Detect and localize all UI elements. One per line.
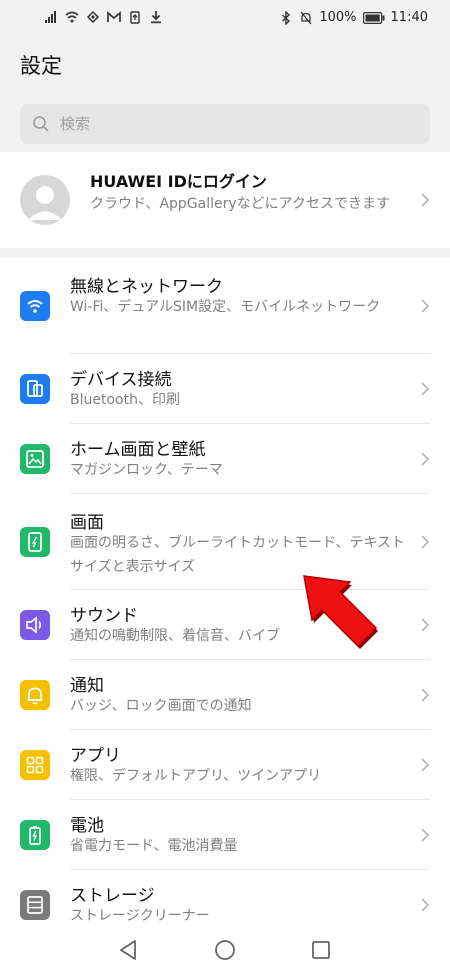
settings-item-title: サウンド: [70, 606, 138, 626]
settings-item-display[interactable]: 画面 画面の明るさ、ブルーライトカットモード、テキストサイズと表示サイズ: [0, 494, 450, 590]
chevron-right-icon: [421, 898, 430, 912]
home-icon[interactable]: [214, 939, 236, 961]
bell-icon: [20, 680, 50, 710]
wifi-icon: [20, 291, 50, 321]
display-icon: [20, 527, 50, 557]
settings-item-device-connection[interactable]: デバイス接続 Bluetooth、印刷: [0, 354, 450, 424]
page-title: 設定: [20, 54, 62, 78]
settings-item-title: アプリ: [70, 746, 121, 766]
signal-icon: [45, 11, 56, 23]
storage-icon: [20, 890, 50, 920]
search-icon: [33, 116, 49, 132]
settings-item-apps[interactable]: アプリ 権限、デフォルトアプリ、ツインアプリ: [0, 730, 450, 800]
chevron-right-icon: [421, 688, 430, 702]
search-input[interactable]: [58, 114, 402, 134]
search-bar[interactable]: [20, 104, 430, 144]
battery-status-icon: [362, 11, 385, 24]
person-icon: [28, 186, 62, 220]
account-title: HUAWEI IDにログイン: [90, 172, 267, 191]
settings-item-subtitle: 権限、デフォルトアプリ、ツインアプリ: [70, 768, 322, 784]
settings-item-battery[interactable]: 電池 省電力モード、電池消費量: [0, 800, 450, 870]
chevron-right-icon: [421, 193, 430, 207]
mail-icon: [107, 11, 121, 22]
settings-item-title: 通知: [70, 676, 104, 696]
status-left: [44, 10, 163, 24]
status-bar: 100% 11:40: [0, 0, 450, 36]
chevron-right-icon: [421, 535, 430, 549]
settings-item-title: ストレージ: [70, 886, 155, 906]
settings-item-title: 電池: [70, 816, 104, 836]
chevron-right-icon: [421, 618, 430, 632]
settings-item-notifications[interactable]: 通知 バッジ、ロック画面での通知: [0, 660, 450, 730]
settings-item-title: ホーム画面と壁紙: [70, 440, 206, 460]
wifi-status-icon: [65, 11, 79, 23]
navigation-bar: [0, 930, 450, 975]
settings-item-subtitle: ストレージクリーナー: [70, 908, 210, 924]
chevron-right-icon: [421, 828, 430, 842]
chevron-right-icon: [421, 382, 430, 396]
settings-item-title: 画面: [70, 513, 104, 533]
settings-item-subtitle: Wi-Fi、デュアルSIM設定、モバイルネットワーク: [70, 299, 381, 315]
battery-saver-icon: [130, 11, 140, 24]
chevron-right-icon: [421, 758, 430, 772]
avatar: [20, 175, 70, 225]
mute-bell-icon: [300, 11, 312, 24]
settings-item-home-wallpaper[interactable]: ホーム画面と壁紙 マガジンロック、テーマ: [0, 424, 450, 494]
settings-item-title: デバイス接続: [70, 370, 172, 390]
settings-list: 無線とネットワーク Wi-Fi、デュアルSIM設定、モバイルネットワーク デバイ…: [0, 258, 450, 975]
settings-item-subtitle: Bluetooth、印刷: [70, 392, 180, 408]
account-card[interactable]: HUAWEI IDにログイン クラウド、AppGalleryなどにアクセスできま…: [0, 152, 450, 248]
download-icon: [151, 11, 161, 24]
status-right: 100% 11:40: [279, 10, 428, 25]
account-subtitle: クラウド、AppGalleryなどにアクセスできます: [90, 196, 390, 212]
settings-item-title: 無線とネットワーク: [70, 277, 223, 297]
nfc-icon: [86, 10, 100, 24]
chevron-right-icon: [421, 452, 430, 466]
clock: 11:40: [390, 10, 428, 25]
sound-icon: [20, 610, 50, 640]
battery-icon: [20, 820, 50, 850]
annotation-arrow: [303, 575, 378, 649]
wallpaper-icon: [20, 444, 50, 474]
settings-item-subtitle: バッジ、ロック画面での通知: [70, 698, 252, 714]
back-icon[interactable]: [118, 939, 138, 961]
bluetooth-icon: [282, 10, 291, 25]
battery-percent: 100%: [319, 10, 357, 25]
settings-item-sound[interactable]: サウンド 通知の鳴動制限、着信音、バイブ: [0, 590, 450, 660]
settings-item-network[interactable]: 無線とネットワーク Wi-Fi、デュアルSIM設定、モバイルネットワーク: [0, 258, 450, 354]
settings-item-subtitle: マガジンロック、テーマ: [70, 462, 223, 478]
recents-icon[interactable]: [311, 940, 331, 960]
apps-icon: [20, 750, 50, 780]
chevron-right-icon: [421, 299, 430, 313]
settings-item-subtitle: 省電力モード、電池消費量: [70, 838, 238, 854]
device-connect-icon: [20, 374, 50, 404]
